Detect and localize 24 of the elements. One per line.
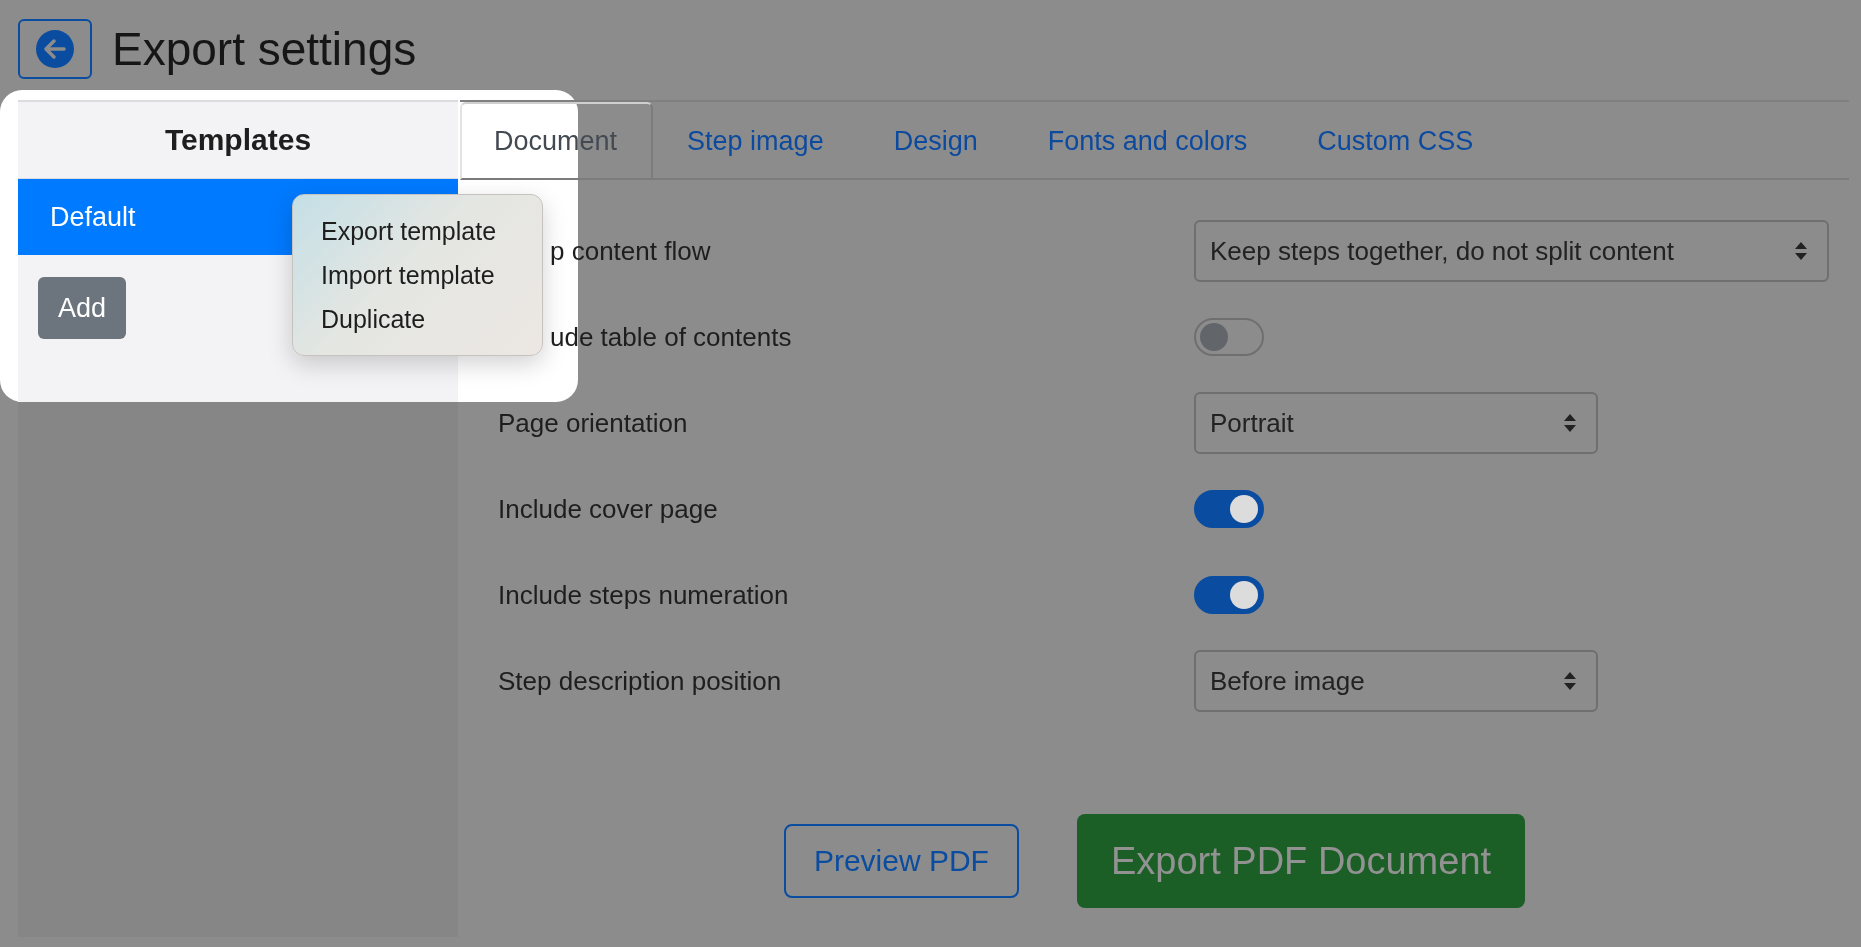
setting-label: ude table of contents xyxy=(550,321,792,353)
setting-label: Include steps numeration xyxy=(498,579,789,611)
page-title: Export settings xyxy=(112,22,417,76)
add-button[interactable]: Add xyxy=(38,277,126,339)
preview-button[interactable]: Preview PDF xyxy=(783,824,1019,898)
sort-caret-icon xyxy=(1793,240,1809,262)
setting-label: Step description position xyxy=(498,665,782,697)
menu-item[interactable]: Duplicate xyxy=(293,297,542,341)
tab[interactable]: Custom CSS xyxy=(1283,102,1510,180)
menu-item[interactable]: Import template xyxy=(293,253,542,297)
select-field[interactable]: Keep steps together, do not split content xyxy=(1194,220,1829,282)
export-button[interactable]: Export PDF Document xyxy=(1076,814,1526,908)
sort-caret-icon xyxy=(1562,670,1578,692)
tab[interactable]: Step image xyxy=(653,102,860,180)
setting-label: Include cover page xyxy=(498,493,718,525)
toggle-switch[interactable] xyxy=(1194,490,1264,528)
tab[interactable]: Design xyxy=(859,102,1014,180)
setting-label: Page orientation xyxy=(498,407,688,439)
select-field[interactable]: Before image xyxy=(1194,650,1598,712)
toggle-switch[interactable] xyxy=(1194,576,1264,614)
sort-caret-icon xyxy=(1562,412,1578,434)
toggle-switch[interactable] xyxy=(1194,318,1264,356)
select-field[interactable]: Portrait xyxy=(1194,392,1598,454)
tab[interactable]: Fonts and colors xyxy=(1013,102,1284,180)
